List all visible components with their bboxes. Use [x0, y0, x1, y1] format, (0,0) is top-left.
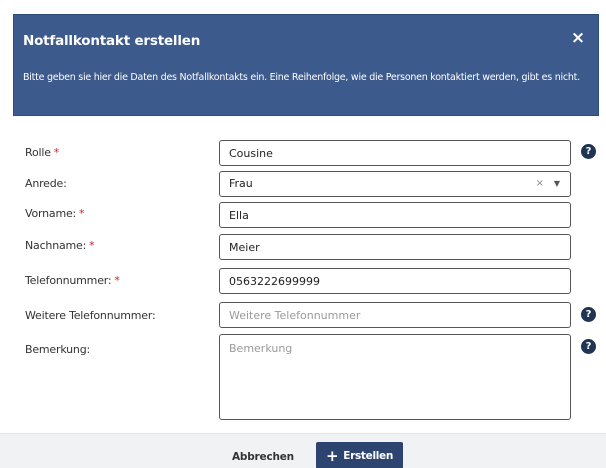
- anrede-selected-value: Frau: [229, 177, 253, 190]
- rolle-label: Rolle *: [25, 146, 59, 159]
- create-emergency-contact-dialog: Notfallkontakt erstellen × Bitte geben s…: [0, 0, 606, 468]
- rolle-input[interactable]: [219, 140, 571, 166]
- bemerkung-label-text: Bemerkung:: [25, 343, 90, 356]
- weitere-telefon-label-text: Weitere Telefonnummer:: [25, 309, 156, 322]
- dialog-title: Notfallkontakt erstellen: [23, 33, 201, 49]
- create-button-label: Erstellen: [343, 449, 394, 462]
- plus-icon: +: [325, 446, 339, 465]
- clear-icon[interactable]: ×: [536, 172, 544, 196]
- weitere-telefon-label: Weitere Telefonnummer:: [25, 309, 156, 322]
- dialog-footer: Abbrechen + Erstellen: [0, 433, 606, 468]
- vorname-input[interactable]: [219, 202, 571, 228]
- nachname-input[interactable]: [219, 234, 571, 260]
- required-marker: *: [79, 207, 85, 220]
- create-button[interactable]: + Erstellen: [316, 442, 403, 468]
- bemerkung-help-icon[interactable]: ?: [581, 339, 596, 354]
- rolle-help-icon[interactable]: ?: [581, 144, 596, 159]
- close-icon[interactable]: ×: [570, 29, 586, 47]
- anrede-label: Anrede:: [25, 177, 67, 190]
- chevron-down-icon[interactable]: ▼: [554, 172, 560, 196]
- anrede-select[interactable]: Frau × ▼: [219, 171, 571, 197]
- rolle-label-text: Rolle: [25, 146, 51, 159]
- required-marker: *: [53, 146, 60, 159]
- dialog-header: Notfallkontakt erstellen × Bitte geben s…: [13, 14, 599, 116]
- cancel-button[interactable]: Abbrechen: [232, 451, 294, 463]
- weitere-telefon-help-icon[interactable]: ?: [581, 307, 596, 322]
- nachname-label: Nachname: *: [25, 239, 95, 252]
- dialog-description: Bitte geben sie hier die Daten des Notfa…: [23, 72, 580, 83]
- anrede-label-text: Anrede:: [25, 177, 67, 190]
- weitere-telefon-input[interactable]: [219, 302, 571, 328]
- telefon-input[interactable]: [219, 268, 571, 294]
- required-marker: *: [114, 274, 120, 287]
- vorname-label: Vorname: *: [25, 207, 85, 220]
- telefon-label-text: Telefonnummer:: [25, 274, 112, 287]
- bemerkung-textarea[interactable]: [219, 334, 571, 420]
- bemerkung-label: Bemerkung:: [25, 343, 90, 356]
- vorname-label-text: Vorname:: [25, 207, 77, 220]
- nachname-label-text: Nachname:: [25, 239, 87, 252]
- required-marker: *: [89, 239, 95, 252]
- telefon-label: Telefonnummer: *: [25, 274, 120, 287]
